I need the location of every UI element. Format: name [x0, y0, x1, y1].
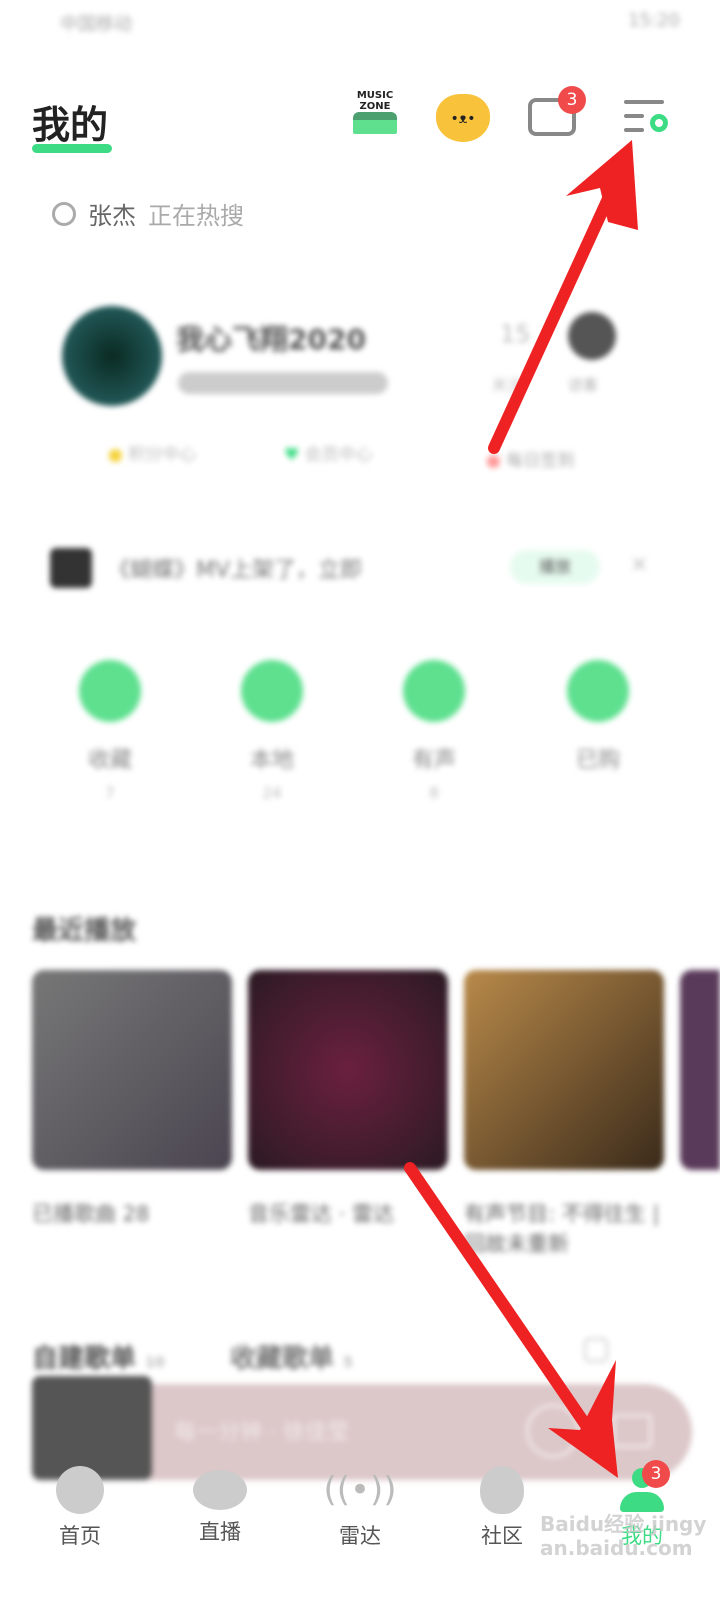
link-label: 积分中心 — [128, 445, 197, 465]
search-bar[interactable]: 张杰 正在热搜 — [52, 196, 244, 231]
check-icon — [567, 660, 629, 722]
recent-title: 最近播放 — [32, 916, 137, 946]
play-pause-button[interactable] — [526, 1404, 580, 1458]
quick-label: 已购 — [575, 748, 620, 773]
visitor-avatar[interactable] — [568, 312, 616, 360]
page-title: 我的 — [32, 103, 109, 147]
recent-tile[interactable] — [464, 970, 664, 1170]
banner-thumb — [50, 548, 92, 588]
nav-radar[interactable]: ((•)) 雷达 — [290, 1466, 430, 1550]
nav-mine-badge: 3 — [642, 1460, 670, 1488]
quick-label: 本地 — [249, 748, 294, 773]
tab-count: 5 — [343, 1355, 353, 1371]
link-label: 会员中心 — [304, 445, 373, 465]
music-note-icon — [56, 1466, 104, 1514]
banner-close-icon[interactable]: × — [630, 552, 648, 577]
quick-favorites[interactable]: 收藏 7 — [20, 660, 200, 802]
tab-label: 收藏歌单 — [230, 1344, 335, 1374]
status-bar: 中国移动 15:20 — [60, 10, 680, 40]
nav-live[interactable]: 直播 — [150, 1466, 290, 1546]
microphone-icon — [403, 660, 465, 722]
tab-label: 自建歌单 — [32, 1344, 137, 1374]
recent-tile[interactable] — [680, 970, 720, 1170]
tab-saved-playlists[interactable]: 收藏歌单 5 — [230, 1338, 353, 1375]
eye-icon — [193, 1470, 247, 1510]
username[interactable]: 我心飞翔2020 — [176, 318, 366, 358]
heart-icon — [79, 660, 141, 722]
follow-count[interactable]: 15 — [500, 320, 531, 348]
nav-label: 直播 — [199, 1520, 241, 1544]
quick-purchased[interactable]: 已购 — [508, 660, 688, 774]
recent-tile[interactable] — [32, 970, 232, 1170]
player-track: 每一分钟 · 徐佳莹 — [174, 1420, 349, 1445]
cat-avatar-icon[interactable]: •ᴥ• — [436, 94, 490, 142]
carrier: 中国移动 — [60, 14, 132, 35]
recent-caption: 音乐雷达 · 雷达 — [248, 1202, 395, 1226]
player-cover[interactable] — [32, 1376, 152, 1480]
search-hint: 正在热搜 — [148, 202, 244, 230]
settings-menu-icon[interactable] — [624, 100, 670, 136]
quick-label: 收藏 — [87, 748, 132, 773]
avatar[interactable] — [62, 306, 162, 406]
music-zone-text: MUSIC ZONE — [356, 90, 394, 112]
recent-caption: 已播歌曲 28 — [32, 1202, 150, 1226]
tab-count: 10 — [145, 1355, 165, 1371]
add-playlist-icon[interactable] — [584, 1338, 608, 1362]
search-keyword: 张杰 — [88, 202, 136, 230]
daily-checkin-link[interactable]: ● 每日签到 — [486, 446, 574, 471]
recent-caption: 有声节目: 不得往生 | 回故未重新 — [464, 1202, 660, 1256]
time: 15:20 — [628, 10, 680, 31]
music-zone-icon[interactable]: MUSIC ZONE — [348, 86, 402, 138]
search-icon — [52, 201, 76, 226]
points-center-link[interactable]: ● 积分中心 — [108, 440, 196, 465]
nav-label: 雷达 — [339, 1524, 381, 1548]
banner-play-button[interactable]: 播放 — [510, 550, 600, 584]
recent-tile[interactable] — [248, 970, 448, 1170]
link-label: 每日签到 — [506, 451, 575, 471]
arrow-head-top — [566, 140, 638, 230]
community-icon — [480, 1466, 524, 1514]
quick-count: 24 — [262, 784, 282, 802]
quick-audio[interactable]: 有声 8 — [344, 660, 524, 802]
follow-label: 关注 — [492, 376, 523, 394]
user-badges — [178, 372, 388, 394]
watermark: Baidu经验 jingyan.baidu.com — [540, 1512, 707, 1560]
banner-text[interactable]: 《蝴蝶》MV上架了，立即 — [108, 552, 362, 584]
radar-icon: ((•)) — [323, 1470, 397, 1510]
tab-my-playlists[interactable]: 自建歌单 10 — [32, 1338, 165, 1375]
mail-badge: 3 — [558, 86, 586, 114]
visitor-label: 访客 — [568, 376, 599, 394]
quick-label: 有声 — [411, 748, 456, 773]
quick-count: 7 — [105, 784, 115, 802]
quick-local[interactable]: 本地 24 — [182, 660, 362, 802]
nav-label: 首页 — [59, 1524, 101, 1548]
title-underline — [32, 144, 112, 153]
download-icon — [241, 660, 303, 722]
vip-center-link[interactable]: ♥ 会员中心 — [284, 440, 373, 465]
quick-count: 8 — [429, 784, 439, 802]
playlist-icon[interactable] — [612, 1414, 652, 1448]
nav-home[interactable]: 首页 — [10, 1466, 150, 1550]
